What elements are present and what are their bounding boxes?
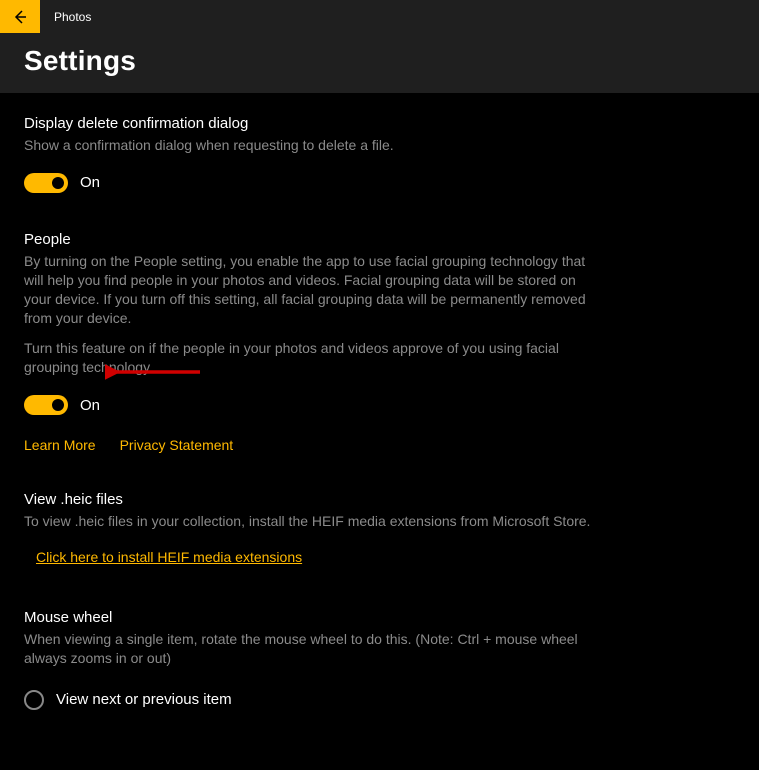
setting-delete-confirmation: Display delete confirmation dialog Show … [24,115,591,193]
setting-description: Show a confirmation dialog when requesti… [24,136,591,155]
setting-label: View .heic files [24,491,591,508]
titlebar: Photos [0,0,759,33]
setting-description: By turning on the People setting, you en… [24,252,591,328]
learn-more-link[interactable]: Learn More [24,437,96,453]
page-title: Settings [24,45,735,77]
radio-option-row: View next or previous item [24,690,591,710]
setting-description: When viewing a single item, rotate the m… [24,630,591,668]
app-title: Photos [54,10,91,24]
setting-label: Mouse wheel [24,609,591,626]
setting-heic: View .heic files To view .heic files in … [24,491,591,567]
heif-link-row: Click here to install HEIF media extensi… [24,549,591,567]
back-arrow-icon [12,9,28,25]
page-header: Settings [0,33,759,93]
toggle-knob-icon [52,399,64,411]
toggle-row: On [24,395,591,415]
setting-label: Display delete confirmation dialog [24,115,591,132]
radio-label: View next or previous item [56,691,232,708]
settings-content: Display delete confirmation dialog Show … [0,93,615,770]
toggle-knob-icon [52,177,64,189]
back-button[interactable] [0,0,40,33]
privacy-statement-link[interactable]: Privacy Statement [120,437,234,453]
setting-description-secondary: Turn this feature on if the people in yo… [24,339,591,377]
people-toggle[interactable] [24,395,68,415]
setting-mouse-wheel: Mouse wheel When viewing a single item, … [24,609,591,710]
delete-confirmation-toggle[interactable] [24,173,68,193]
setting-description: To view .heic files in your collection, … [24,512,591,531]
toggle-state-label: On [80,397,100,414]
mouse-wheel-radio-next-prev[interactable] [24,690,44,710]
setting-people: People By turning on the People setting,… [24,231,591,453]
toggle-state-label: On [80,174,100,191]
setting-label: People [24,231,591,248]
install-heif-link[interactable]: Click here to install HEIF media extensi… [36,549,302,565]
people-links: Learn More Privacy Statement [24,437,591,453]
toggle-row: On [24,173,591,193]
